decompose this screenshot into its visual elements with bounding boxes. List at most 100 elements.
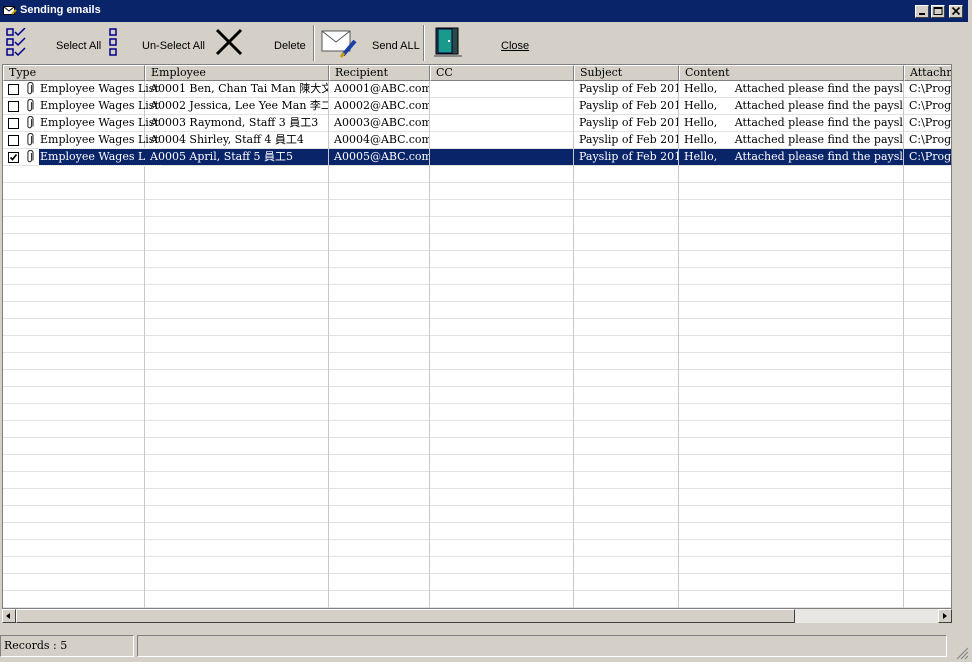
status-message xyxy=(137,635,947,657)
type-cell[interactable]: Employee Wages List xyxy=(3,115,159,133)
scroll-right-button[interactable] xyxy=(938,609,952,623)
content-cell[interactable]: Hello, Attached please find the payslip … xyxy=(679,115,903,131)
grid-header: Type Employee Recipient CC Subject Conte… xyxy=(3,65,951,81)
close-window-button[interactable] xyxy=(949,5,963,18)
recipient-cell[interactable]: A0003@ABC.com xyxy=(329,115,429,131)
attachment-cell[interactable]: C:\Progra xyxy=(904,115,951,131)
employee-cell[interactable]: A0003 Raymond, Staff 3 員工3 xyxy=(145,115,328,131)
column-header-type[interactable]: Type xyxy=(3,65,145,81)
attachment-cell[interactable]: C:\Progra xyxy=(904,149,951,165)
content-cell[interactable]: Hello, Attached please find the payslip … xyxy=(679,98,903,114)
type-cell[interactable]: Employee Wages List xyxy=(3,148,161,167)
maximize-button[interactable] xyxy=(931,5,945,18)
paperclip-icon xyxy=(25,132,35,150)
delete-button[interactable]: Delete xyxy=(212,26,308,60)
table-row[interactable]: Employee Wages List A0005 April, Staff 5 … xyxy=(3,148,951,167)
minimize-icon xyxy=(919,13,925,15)
close-icon xyxy=(951,7,961,16)
arrow-right-icon xyxy=(943,613,947,619)
paperclip-icon xyxy=(25,149,35,167)
envelope-pen-icon xyxy=(321,30,357,58)
subject-cell[interactable]: Payslip of Feb 2016 xyxy=(574,98,678,114)
title-bar: Sending emails xyxy=(0,0,968,22)
toolbar-separator xyxy=(423,25,425,61)
attachment-cell[interactable]: C:\Progra xyxy=(904,81,951,97)
scroll-left-button[interactable] xyxy=(2,609,16,623)
type-label: Employee Wages List xyxy=(40,99,159,112)
employee-cell[interactable]: A0004 Shirley, Staff 4 員工4 xyxy=(145,132,328,148)
toolbar: Select All Un-Select All Delete Send ALL xyxy=(0,22,968,64)
table-row[interactable]: Employee Wages List A0001 Ben, Chan Tai M… xyxy=(3,81,951,99)
email-grid[interactable]: Type Employee Recipient CC Subject Conte… xyxy=(2,64,952,609)
arrow-left-icon xyxy=(6,613,10,619)
type-cell[interactable]: Employee Wages List xyxy=(3,81,159,99)
table-row[interactable]: Employee Wages List A0004 Shirley, Staff … xyxy=(3,132,951,150)
column-header-recipient[interactable]: Recipient xyxy=(329,65,430,81)
employee-cell[interactable]: A0001 Ben, Chan Tai Man 陳大文 xyxy=(145,81,328,97)
employee-cell[interactable]: A0005 April, Staff 5 員工5 xyxy=(145,149,328,165)
content-cell[interactable]: Hello, Attached please find the payslip … xyxy=(679,81,903,97)
toolbar-separator xyxy=(313,25,315,61)
type-label: Employee Wages List xyxy=(40,116,159,129)
recipient-cell[interactable]: A0002@ABC.com xyxy=(329,98,429,114)
cc-cell[interactable] xyxy=(430,149,573,165)
send-all-button[interactable]: Send ALL xyxy=(318,26,420,60)
close-label: Close xyxy=(501,40,530,52)
send-all-label: Send ALL xyxy=(372,40,420,52)
column-header-attachment[interactable]: Attachme xyxy=(904,65,951,81)
attachment-cell[interactable]: C:\Progra xyxy=(904,132,951,148)
close-button[interactable]: Close xyxy=(430,26,534,60)
column-header-subject[interactable]: Subject xyxy=(574,65,679,81)
paperclip-icon xyxy=(25,115,35,133)
table-row[interactable]: Employee Wages List A0003 Raymond, Staff … xyxy=(3,115,951,133)
cc-cell[interactable] xyxy=(430,132,573,148)
subject-cell[interactable]: Payslip of Feb 2016 xyxy=(574,149,678,165)
paperclip-icon xyxy=(25,81,35,99)
checklist-icon xyxy=(6,28,26,57)
recipient-cell[interactable]: A0005@ABC.com xyxy=(329,149,429,165)
unchecked-list-icon xyxy=(109,28,117,56)
cc-cell[interactable] xyxy=(430,81,573,97)
minimize-button[interactable] xyxy=(915,5,929,18)
subject-cell[interactable]: Payslip of Feb 2016 xyxy=(574,115,678,131)
recipient-cell[interactable]: A0001@ABC.com xyxy=(329,81,429,97)
cc-cell[interactable] xyxy=(430,115,573,131)
attachment-cell[interactable]: C:\Progra xyxy=(904,98,951,114)
table-row[interactable]: Employee Wages List A0002 Jessica, Lee Ye… xyxy=(3,98,951,116)
type-label: Employee Wages List xyxy=(38,148,161,166)
type-cell[interactable]: Employee Wages List xyxy=(3,132,159,150)
mail-app-icon xyxy=(3,4,17,17)
paperclip-icon xyxy=(25,98,35,116)
select-all-button[interactable]: Select All xyxy=(4,26,102,60)
select-all-label: Select All xyxy=(56,40,102,52)
row-checkbox[interactable] xyxy=(8,84,19,95)
delete-x-icon xyxy=(215,28,243,56)
exit-door-icon xyxy=(434,27,462,57)
content-cell[interactable]: Hello, Attached please find the payslip … xyxy=(679,149,903,165)
resize-grip-icon[interactable] xyxy=(955,646,969,660)
type-cell[interactable]: Employee Wages List xyxy=(3,98,159,116)
column-header-cc[interactable]: CC xyxy=(430,65,574,81)
records-count: Records : 5 xyxy=(0,635,134,657)
recipient-cell[interactable]: A0004@ABC.com xyxy=(329,132,429,148)
status-bar: Records : 5 xyxy=(0,633,972,662)
row-checkbox[interactable] xyxy=(8,101,19,112)
type-label: Employee Wages List xyxy=(40,133,159,146)
row-checkbox[interactable] xyxy=(8,152,19,163)
delete-label: Delete xyxy=(274,40,306,52)
cc-cell[interactable] xyxy=(430,98,573,114)
subject-cell[interactable]: Payslip of Feb 2016 xyxy=(574,81,678,97)
maximize-icon xyxy=(933,7,943,15)
column-header-content[interactable]: Content xyxy=(679,65,904,81)
type-label: Employee Wages List xyxy=(40,82,159,95)
unselect-all-label: Un-Select All xyxy=(142,40,205,52)
scroll-thumb[interactable] xyxy=(16,609,795,623)
row-checkbox[interactable] xyxy=(8,118,19,129)
content-cell[interactable]: Hello, Attached please find the payslip … xyxy=(679,132,903,148)
column-header-employee[interactable]: Employee xyxy=(145,65,329,81)
horizontal-scrollbar[interactable] xyxy=(2,609,952,623)
subject-cell[interactable]: Payslip of Feb 2016 xyxy=(574,132,678,148)
unselect-all-button[interactable]: Un-Select All xyxy=(108,26,208,60)
employee-cell[interactable]: A0002 Jessica, Lee Yee Man 李二汶 xyxy=(145,98,328,114)
row-checkbox[interactable] xyxy=(8,135,19,146)
